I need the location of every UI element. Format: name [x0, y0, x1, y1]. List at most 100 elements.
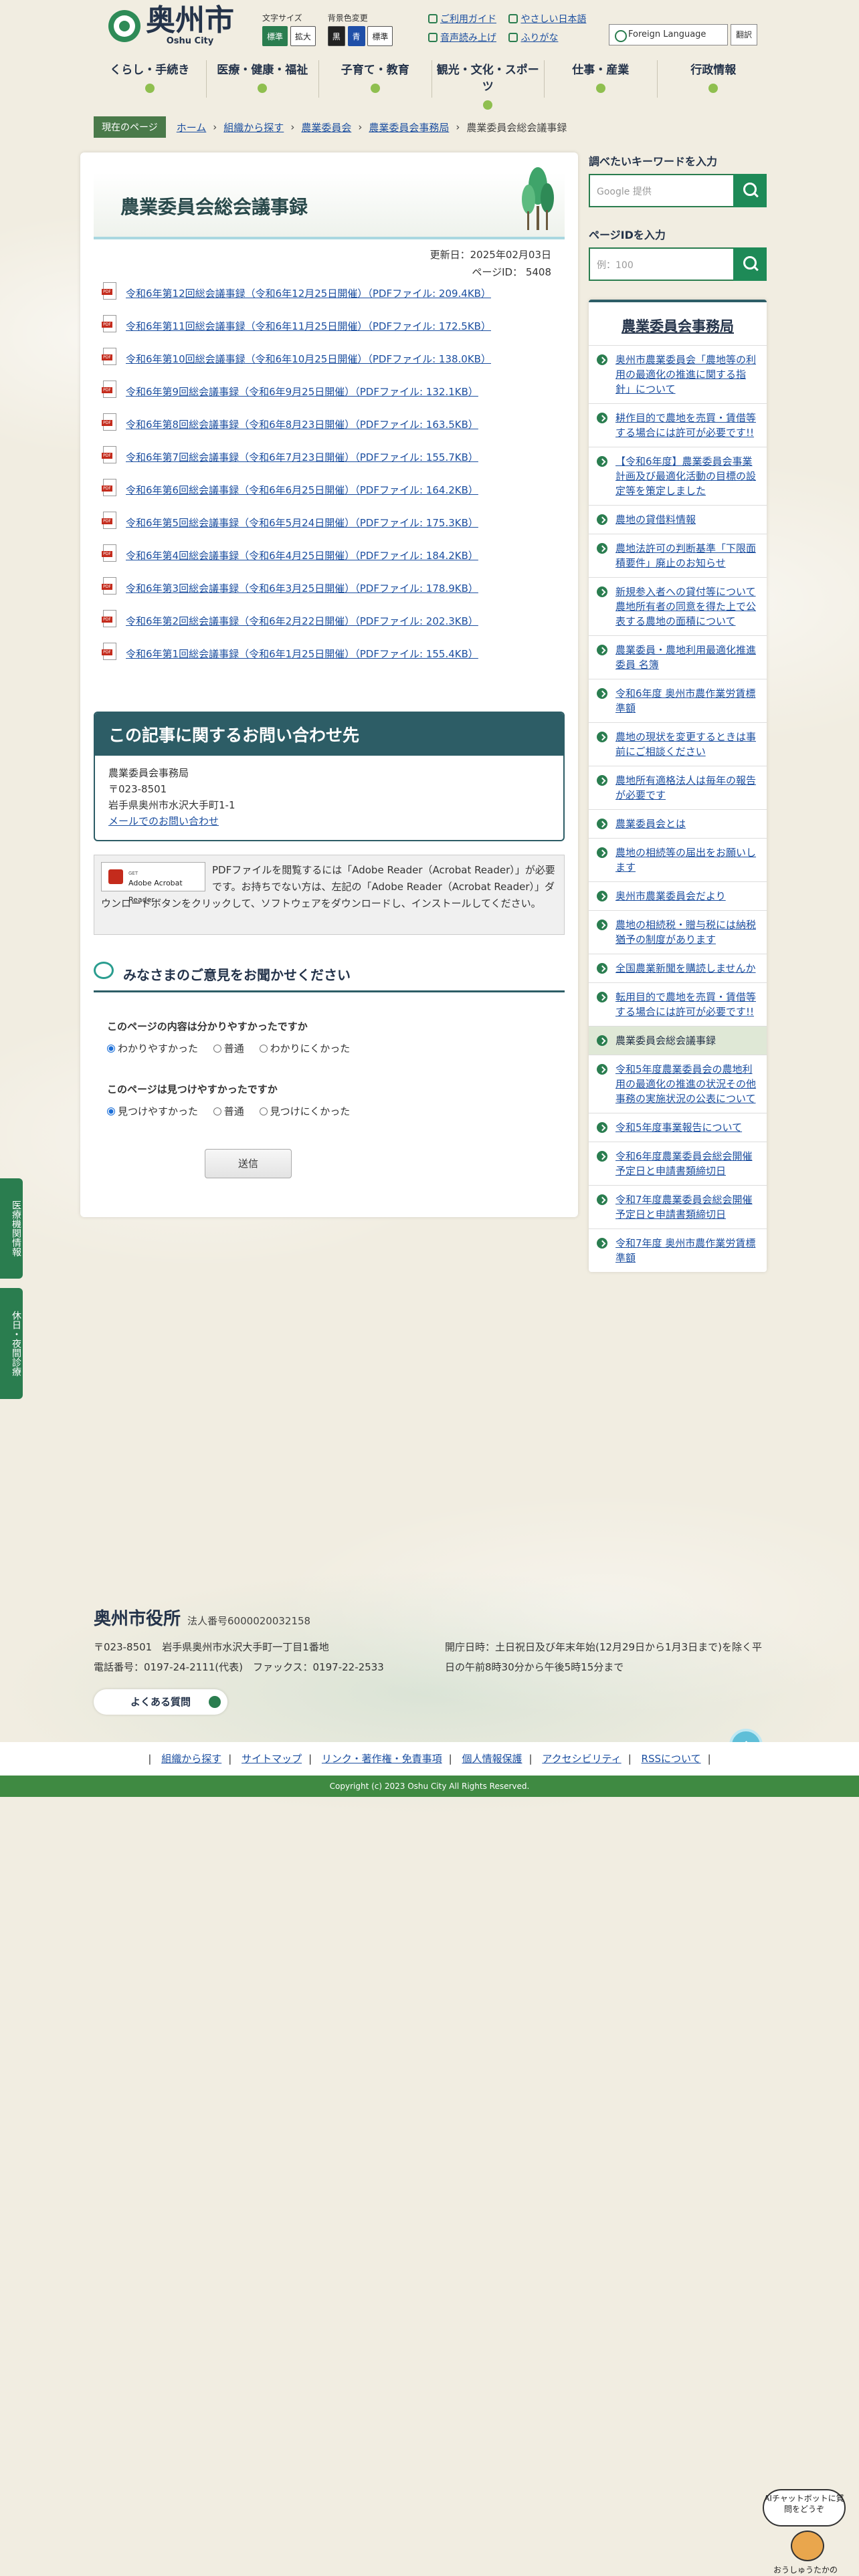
mascot-icon[interactable]: [791, 2531, 824, 2561]
sidebar-item-link[interactable]: 農地の貸借料情報: [615, 514, 696, 526]
radio-unchecked[interactable]: [213, 1045, 221, 1053]
color-black-button[interactable]: 黒: [327, 26, 345, 46]
float-tab-medical[interactable]: 医療機関情報: [0, 1178, 23, 1279]
footer-link-copyright[interactable]: リンク・著作権・免責事項: [322, 1753, 442, 1765]
footer-link-organization[interactable]: 組織から探す: [161, 1753, 221, 1765]
easy-japanese-link[interactable]: やさしい日本語: [520, 14, 586, 25]
q1-option-clear[interactable]: わかりやすかった: [107, 1041, 198, 1055]
sidebar-item[interactable]: 転用目的で農地を売買・賃借等する場合には許可が必要です!!: [589, 982, 767, 1026]
furigana-link[interactable]: ふりがな: [520, 33, 558, 43]
keyword-search-input[interactable]: Google 提供: [589, 174, 733, 207]
sidebar-item[interactable]: 農地の貸借料情報: [589, 505, 767, 534]
sidebar-menu-title[interactable]: 農業委員会事務局: [589, 302, 767, 345]
sidebar-item-link[interactable]: 奥州市農業委員会だより: [615, 890, 726, 902]
footer-link-accessibility[interactable]: アクセシビリティ: [542, 1753, 621, 1765]
sidebar-item[interactable]: 奥州市農業委員会「農地等の利用の最適化の推進に関する指針」について: [589, 345, 767, 403]
document-link[interactable]: 令和6年第8回総会議事録（令和6年8月23日開催）（PDFファイル: 163.5…: [126, 417, 478, 431]
breadcrumb-home[interactable]: ホーム: [177, 120, 207, 134]
document-link[interactable]: 令和6年第11回総会議事録（令和6年11月25日開催）（PDFファイル: 172…: [126, 319, 491, 333]
sidebar-item[interactable]: 耕作目的で農地を売買・賃借等する場合には許可が必要です!!: [589, 403, 767, 447]
document-link[interactable]: 令和6年第6回総会議事録（令和6年6月25日開催）（PDFファイル: 164.2…: [126, 483, 478, 497]
sidebar-item-link[interactable]: 農業委員会とは: [615, 818, 686, 830]
float-tab-holiday-clinic[interactable]: 休日・夜間診療: [0, 1288, 23, 1399]
breadcrumb-office[interactable]: 農業委員会事務局: [369, 120, 449, 134]
sidebar-item[interactable]: 農地の相続税・贈与税には納税猶予の制度があります: [589, 910, 767, 954]
sidebar-item-link[interactable]: 令和6年度農業委員会総会開催予定日と申請書類締切日: [615, 1150, 753, 1177]
color-blue-button[interactable]: 青: [347, 26, 365, 46]
gnav-item-health[interactable]: 医療・健康・福祉: [207, 60, 319, 98]
q2-option-hard[interactable]: 見つけにくかった: [259, 1104, 350, 1118]
sidebar-item[interactable]: 農業委員会とは: [589, 809, 767, 838]
guide-link[interactable]: ご利用ガイド: [440, 14, 496, 25]
chatbot-bubble[interactable]: AIチャットボットに質問をどうぞ: [763, 2489, 846, 2527]
radio-unchecked[interactable]: [259, 1045, 268, 1053]
survey-submit-button[interactable]: 送信: [205, 1149, 292, 1178]
sidebar-item-link[interactable]: 農地の相続税・贈与税には納税猶予の制度があります: [615, 919, 756, 946]
search-icon[interactable]: [733, 247, 767, 281]
footer-link-privacy[interactable]: 個人情報保護: [462, 1753, 522, 1765]
radio-unchecked[interactable]: [213, 1107, 221, 1115]
sidebar-item[interactable]: 令和7年度 奥州市農作業労賃標準額: [589, 1228, 767, 1272]
sidebar-item[interactable]: 令和5年度農業委員会の農地利用の最適化の推進の状況その他事務の実施状況の公表につ…: [589, 1055, 767, 1113]
sidebar-item-link[interactable]: 令和5年度農業委員会の農地利用の最適化の推進の状況その他事務の実施状況の公表につ…: [615, 1063, 756, 1105]
footer-link-rss[interactable]: RSSについて: [642, 1753, 701, 1765]
search-icon[interactable]: [733, 174, 767, 207]
sidebar-item-link[interactable]: 農地の現状を変更するときは事前にご相談ください: [615, 731, 756, 758]
gnav-item-childcare[interactable]: 子育て・教育: [319, 60, 432, 98]
gnav-item-industry[interactable]: 仕事・産業: [545, 60, 658, 98]
sidebar-item-link[interactable]: 奥州市農業委員会「農地等の利用の最適化の推進に関する指針」について: [615, 354, 756, 395]
sidebar-item[interactable]: 農地所有適格法人は毎年の報告が必要です: [589, 766, 767, 809]
sidebar-item[interactable]: 農地法許可の判断基準「下限面積要件」廃止のお知らせ: [589, 534, 767, 577]
sidebar-item[interactable]: 全国農業新聞を購読しませんか: [589, 954, 767, 982]
sidebar-item-link[interactable]: 全国農業新聞を購読しませんか: [615, 962, 756, 974]
document-link[interactable]: 令和6年第12回総会議事録（令和6年12月25日開催）（PDFファイル: 209…: [126, 286, 491, 300]
pageid-search-input[interactable]: 例：100: [589, 247, 733, 281]
document-link[interactable]: 令和6年第3回総会議事録（令和6年3月25日開催）（PDFファイル: 178.9…: [126, 581, 478, 595]
radio-checked[interactable]: [107, 1107, 115, 1115]
sidebar-item-link[interactable]: 農地の相続等の届出をお願いします: [615, 847, 756, 873]
gnav-item-tourism[interactable]: 観光・文化・スポーツ: [432, 60, 545, 110]
sidebar-item-link[interactable]: 令和7年度農業委員会総会開催予定日と申請書類締切日: [615, 1194, 753, 1220]
sidebar-item[interactable]: 農地の現状を変更するときは事前にご相談ください: [589, 722, 767, 766]
sidebar-item-link[interactable]: 農地法許可の判断基準「下限面積要件」廃止のお知らせ: [615, 542, 756, 569]
sidebar-item[interactable]: 農業委員・農地利用最適化推進委員 名簿: [589, 635, 767, 679]
sidebar-item[interactable]: 令和5年度事業報告について: [589, 1113, 767, 1142]
sidebar-item[interactable]: 【令和6年度】農業委員会事業計画及び最適化活動の目標の設定等を策定しました: [589, 447, 767, 505]
document-link[interactable]: 令和6年第1回総会議事録（令和6年1月25日開催）（PDFファイル: 155.4…: [126, 647, 478, 661]
font-standard-button[interactable]: 標準: [262, 26, 288, 46]
sidebar-item[interactable]: 奥州市農業委員会だより: [589, 881, 767, 910]
sidebar-item-link[interactable]: 農業委員・農地利用最適化推進委員 名簿: [615, 644, 756, 671]
document-link[interactable]: 令和6年第5回総会議事録（令和6年5月24日開催）（PDFファイル: 175.3…: [126, 516, 478, 530]
sidebar-item-link[interactable]: 令和6年度 奥州市農作業労賃標準額: [615, 687, 755, 714]
read-aloud-link[interactable]: 音声読み上げ: [440, 33, 496, 43]
q2-option-normal[interactable]: 普通: [213, 1104, 244, 1118]
sidebar-item[interactable]: 令和6年度 奥州市農作業労賃標準額: [589, 679, 767, 722]
breadcrumb-organization[interactable]: 組織から探す: [223, 120, 284, 134]
document-link[interactable]: 令和6年第2回総会議事録（令和6年2月22日開催）（PDFファイル: 202.3…: [126, 614, 478, 628]
breadcrumb-committee[interactable]: 農業委員会: [301, 120, 351, 134]
sidebar-item[interactable]: 新規参入者への貸付等について農地所有者の同意を得た上で公表する農地の面積について: [589, 577, 767, 635]
footer-link-sitemap[interactable]: サイトマップ: [242, 1753, 302, 1765]
font-large-button[interactable]: 拡大: [290, 26, 316, 46]
translate-button[interactable]: 翻訳: [731, 24, 757, 45]
sidebar-item-link[interactable]: 耕作目的で農地を売買・賃借等する場合には許可が必要です!!: [615, 412, 756, 439]
sidebar-item-link[interactable]: 令和7年度 奥州市農作業労賃標準額: [615, 1237, 755, 1264]
sidebar-item[interactable]: 令和6年度農業委員会総会開催予定日と申請書類締切日: [589, 1142, 767, 1185]
adobe-reader-download-button[interactable]: GET Adobe Acrobat Reader: [101, 862, 205, 904]
color-standard-button[interactable]: 標準: [367, 26, 393, 46]
document-link[interactable]: 令和6年第4回総会議事録（令和6年4月25日開催）（PDFファイル: 184.2…: [126, 548, 478, 562]
q1-option-unclear[interactable]: わかりにくかった: [259, 1041, 350, 1055]
document-link[interactable]: 令和6年第9回総会議事録（令和6年9月25日開催）（PDFファイル: 132.1…: [126, 385, 478, 399]
contact-mail-link[interactable]: メールでのお問い合わせ: [108, 815, 219, 827]
sidebar-item-link[interactable]: 令和5年度事業報告について: [615, 1121, 742, 1134]
sidebar-item-link[interactable]: 農地所有適格法人は毎年の報告が必要です: [615, 774, 756, 801]
faq-button[interactable]: よくある質問: [94, 1689, 227, 1715]
sidebar-item[interactable]: 農地の相続等の届出をお願いします: [589, 838, 767, 881]
radio-checked[interactable]: [107, 1045, 115, 1053]
sidebar-item[interactable]: 令和7年度農業委員会総会開催予定日と申請書類締切日: [589, 1185, 767, 1228]
document-link[interactable]: 令和6年第7回総会議事録（令和6年7月23日開催）（PDFファイル: 155.7…: [126, 450, 478, 464]
gnav-item-living[interactable]: くらし・手続き: [94, 60, 207, 98]
sidebar-item-link[interactable]: 転用目的で農地を売買・賃借等する場合には許可が必要です!!: [615, 991, 756, 1018]
ai-chatbot[interactable]: AIチャットボットに質問をどうぞ おうしゅうたかの: [759, 2489, 852, 2576]
gnav-item-admin[interactable]: 行政情報: [658, 60, 770, 98]
